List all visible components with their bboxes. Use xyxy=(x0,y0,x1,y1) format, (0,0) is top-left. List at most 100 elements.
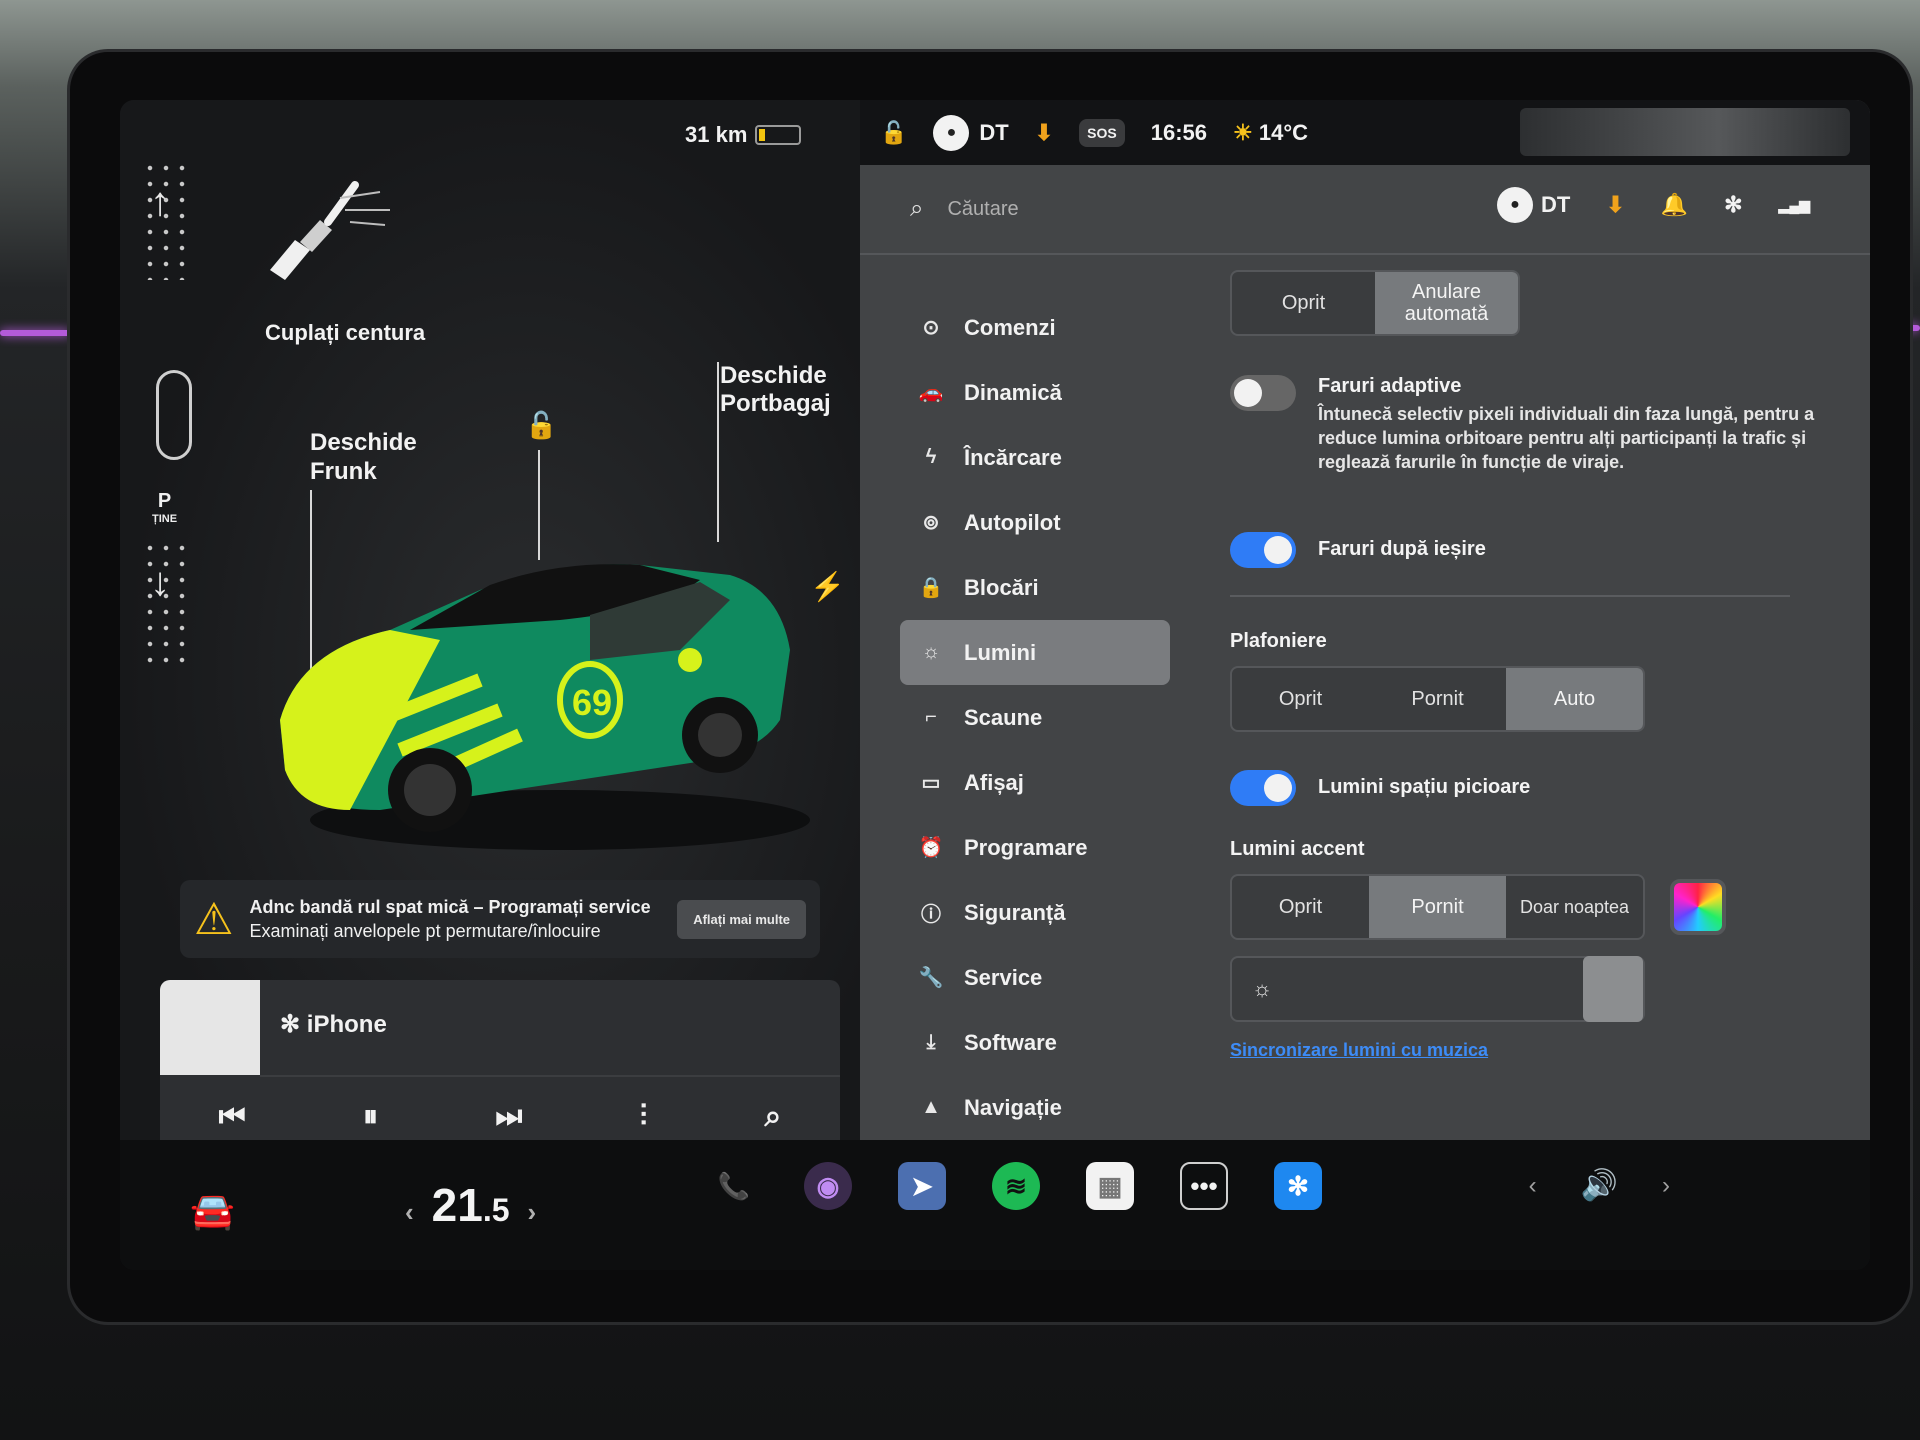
menu-item-autopilot[interactable]: ⊚ Autopilot xyxy=(900,490,1170,555)
arrow-up-icon[interactable]: ↑ xyxy=(150,180,170,225)
seatbelt-icon xyxy=(270,181,390,280)
brightness-slider-thumb[interactable] xyxy=(1583,956,1643,1022)
sun-icon: ☼ xyxy=(921,641,941,663)
previous-track-icon[interactable]: ⏮ xyxy=(219,1100,246,1134)
accent-off-option[interactable]: Oprit xyxy=(1232,876,1369,938)
search-icon: ⌕ xyxy=(910,195,924,222)
menu-item-service[interactable]: 🔧 Service xyxy=(900,945,1170,1010)
temp-up-chevron-icon[interactable]: › xyxy=(528,1197,537,1228)
footwell-lights-title: Lumini spațiu picioare xyxy=(1318,776,1531,798)
status-bar: 🔓 ● DT ⬇ SOS 16:56 ☀ 14°C xyxy=(860,100,1870,165)
gear-selector[interactable]: ↑ P ȚINE ↓ xyxy=(142,160,202,670)
arrow-down-icon[interactable]: ↓ xyxy=(150,560,170,605)
mini-map[interactable] xyxy=(1520,108,1850,156)
ambient-light-left xyxy=(0,330,70,336)
spotify-icon[interactable]: ≋ xyxy=(992,1162,1040,1210)
headlights-override-option[interactable]: Anulare automată xyxy=(1375,272,1518,334)
menu-item-incarcare[interactable]: ϟ Încărcare xyxy=(900,425,1170,490)
menu-item-software[interactable]: ⤓ Software xyxy=(900,1010,1170,1075)
menu-item-label: Programare xyxy=(964,834,1088,860)
calendar-icon[interactable]: ▦ xyxy=(1086,1162,1134,1210)
camera-icon[interactable]: ◉ xyxy=(804,1162,852,1210)
accent-color-picker-icon[interactable] xyxy=(1670,879,1726,935)
pause-icon[interactable]: ⏸ xyxy=(363,1100,378,1134)
steering-wheel-icon: ⊚ xyxy=(922,512,940,534)
menu-item-label: Navigație xyxy=(964,1094,1062,1120)
menu-item-label: Scaune xyxy=(964,704,1043,730)
climate-temperature: ‹ 21.5 › xyxy=(405,1178,536,1232)
volume-down-chevron-icon[interactable]: ‹ xyxy=(1529,1172,1537,1200)
software-download-icon[interactable]: ⬇ xyxy=(1606,192,1624,218)
media-divider xyxy=(260,1075,840,1077)
alert-line1: Adnc bandă rul spat mică – Programați se… xyxy=(249,897,651,917)
profile-avatar: ● xyxy=(1496,187,1533,223)
speaker-volume-icon[interactable]: 🔊 xyxy=(1581,1168,1618,1203)
dome-off-option[interactable]: Oprit xyxy=(1232,668,1369,730)
unlock-icon[interactable]: 🔓 xyxy=(525,410,557,441)
bolt-icon: ϟ xyxy=(925,446,937,468)
menu-item-lumini[interactable]: ☼ Lumini xyxy=(900,620,1170,685)
footwell-lights-toggle[interactable] xyxy=(1230,770,1296,806)
exit-headlights-title: Faruri după ieșire xyxy=(1318,538,1486,560)
temp-value[interactable]: 21.5 xyxy=(432,1178,510,1232)
wrench-icon: 🔧 xyxy=(918,967,944,989)
menu-item-label: Siguranță xyxy=(964,899,1066,925)
menu-item-siguranta[interactable]: ⓘ Siguranță xyxy=(900,880,1170,945)
footwell-lights-row: Lumini spațiu picioare xyxy=(1230,770,1530,806)
bluetooth-app-icon[interactable]: ✻ xyxy=(1274,1162,1322,1210)
open-trunk-button[interactable]: Deschide Portbagaj xyxy=(720,362,831,418)
dome-auto-option[interactable]: Auto xyxy=(1506,668,1643,730)
download-icon[interactable]: ⬇ xyxy=(1035,120,1053,146)
avatar: ● xyxy=(933,114,970,151)
equalizer-icon[interactable]: ⫶ xyxy=(640,1100,648,1134)
open-frunk-button[interactable]: Deschide Frunk xyxy=(310,428,417,486)
car-controls-icon[interactable]: 🚘 xyxy=(190,1190,235,1232)
car-number-text: 69 xyxy=(572,682,612,723)
menu-item-dinamica[interactable]: 🚗 Dinamică xyxy=(900,360,1170,425)
driver-profile[interactable]: ● DT xyxy=(933,114,1009,151)
menu-item-scaune[interactable]: ⌐ Scaune xyxy=(900,685,1170,750)
menu-item-label: Afișaj xyxy=(964,769,1024,795)
accent-brightness-slider[interactable]: ☼ xyxy=(1230,956,1645,1022)
menu-item-programare[interactable]: ⏰ Programare xyxy=(900,815,1170,880)
lock-icon: 🔒 xyxy=(918,577,944,599)
download-icon: ⤓ xyxy=(926,1031,936,1053)
settings-search-bar[interactable]: ⌕ Căutare ● DT ⬇ 🔔 ✻ ▂▄▆ xyxy=(860,165,1870,255)
volume-up-chevron-icon[interactable]: › xyxy=(1662,1172,1670,1200)
menu-item-navigatie[interactable]: ▲ Navigație xyxy=(900,1075,1170,1140)
dome-on-option[interactable]: Pornit xyxy=(1369,668,1506,730)
temp-down-chevron-icon[interactable]: ‹ xyxy=(405,1197,414,1228)
accent-night-option[interactable]: Doar noaptea xyxy=(1506,876,1643,938)
menu-item-label: Blocări xyxy=(964,574,1039,600)
bluetooth-icon[interactable]: ✻ xyxy=(1724,192,1742,218)
gear-letter: P xyxy=(157,490,172,512)
accent-on-option[interactable]: Pornit xyxy=(1369,876,1506,938)
navigation-app-icon[interactable]: ➤ xyxy=(898,1162,946,1210)
car-top-icon xyxy=(156,370,192,460)
headlights-off-option[interactable]: Oprit xyxy=(1232,272,1375,334)
media-search-icon[interactable]: ⌕ xyxy=(764,1100,781,1134)
menu-item-blocari[interactable]: 🔒 Blocări xyxy=(900,555,1170,620)
unlock-status-icon[interactable]: 🔓 xyxy=(880,120,907,146)
car-panel: 31 km ↑ P ȚINE ↓ Cuplați centura Deschid… xyxy=(120,100,860,1178)
phone-icon[interactable]: 📞 xyxy=(710,1162,758,1210)
notification-bell-icon[interactable]: 🔔 xyxy=(1661,192,1688,218)
menu-item-afisaj[interactable]: ▭ Afișaj xyxy=(900,750,1170,815)
sos-button[interactable]: SOS xyxy=(1079,118,1125,147)
more-apps-icon[interactable]: ••• xyxy=(1180,1162,1228,1210)
frunk-label-line2: Frunk xyxy=(310,458,377,485)
sync-lights-music-link[interactable]: Sincronizare lumini cu muzica xyxy=(1230,1040,1488,1061)
lte-signal-icon: ▂▄▆ xyxy=(1778,196,1810,213)
seat-icon: ⌐ xyxy=(925,706,937,728)
learn-more-button[interactable]: Aflați mai multe xyxy=(677,899,806,939)
menu-item-comenzi[interactable]: ⊙ Comenzi xyxy=(900,295,1170,360)
touchscreen: 31 km ↑ P ȚINE ↓ Cuplați centura Deschid… xyxy=(120,100,1870,1270)
profile-button[interactable]: ● DT xyxy=(1496,187,1570,223)
volume-control: ‹ 🔊 › xyxy=(1529,1168,1670,1203)
trunk-leader-line xyxy=(717,362,719,542)
next-track-icon[interactable]: ⏭ xyxy=(495,1100,522,1134)
exit-headlights-toggle[interactable] xyxy=(1230,532,1296,568)
search-placeholder: Căutare xyxy=(947,197,1019,220)
adaptive-headlights-toggle[interactable] xyxy=(1230,375,1296,411)
bottom-dock: 🚘 ‹ 21.5 › 📞 ◉ ➤ ≋ ▦ ••• ✻ ‹ 🔊 › xyxy=(120,1140,1870,1270)
